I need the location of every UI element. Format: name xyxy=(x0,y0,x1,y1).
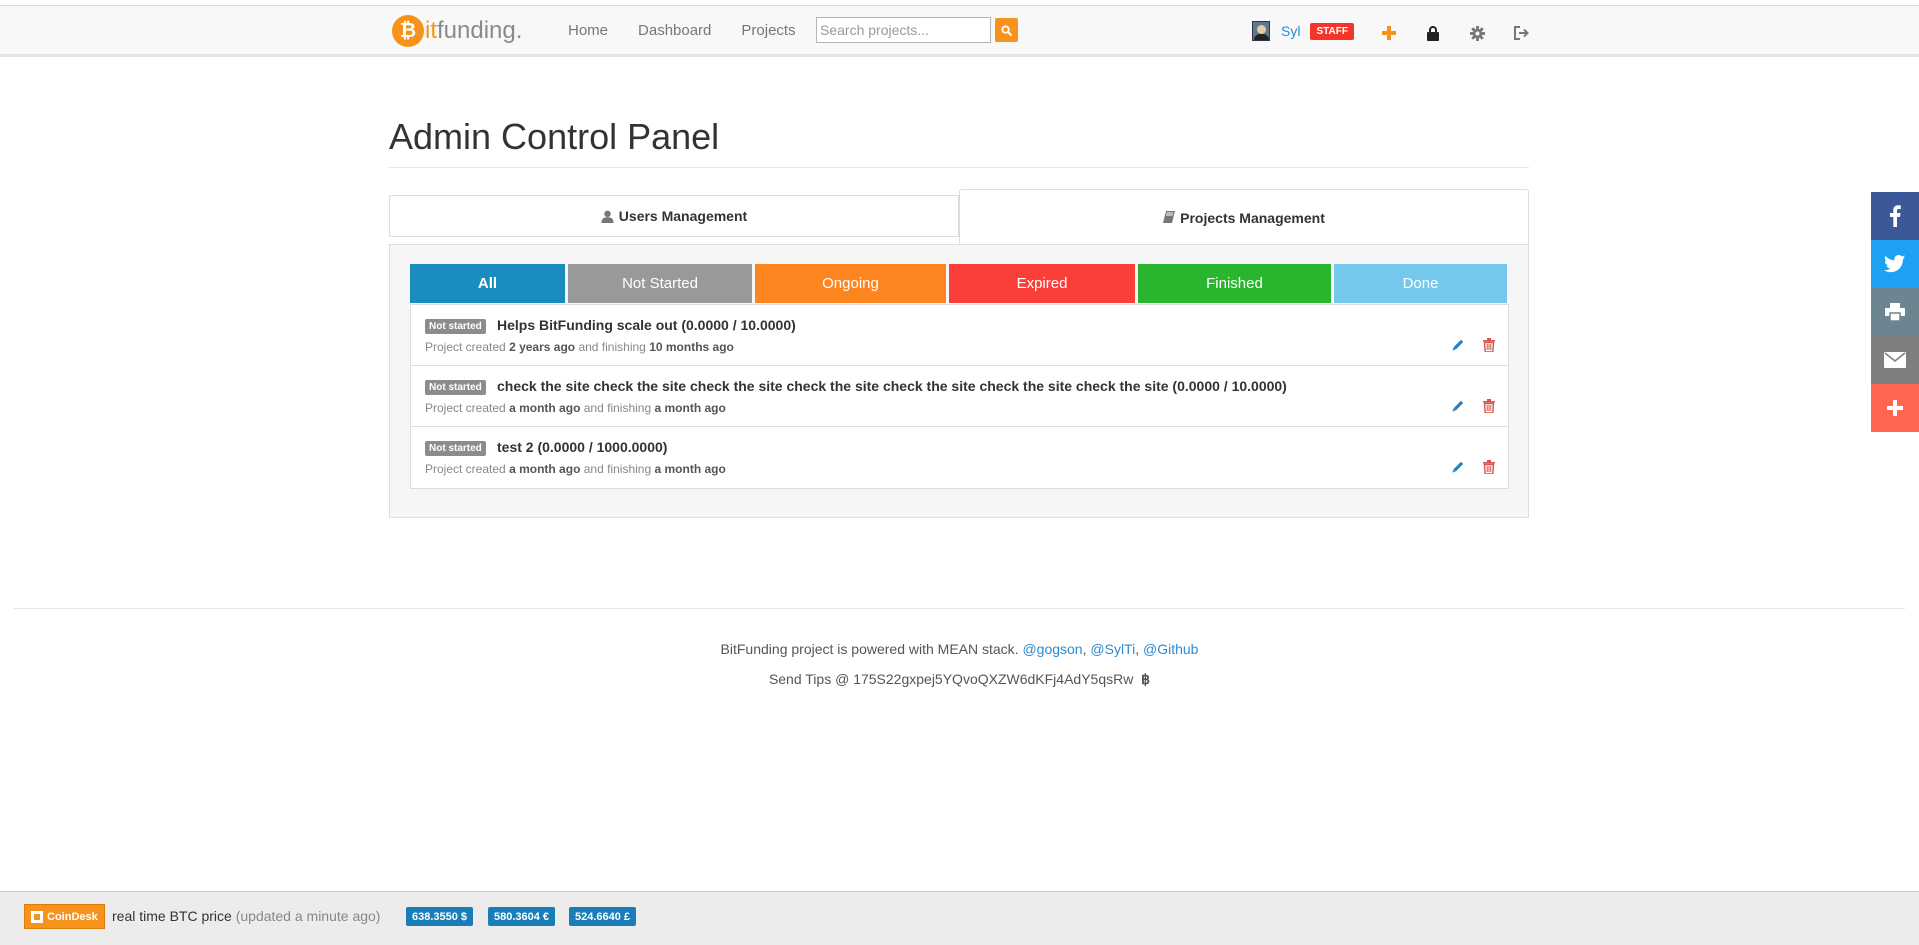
brand-logo[interactable]: ₿ it funding. xyxy=(392,15,522,47)
user-icon xyxy=(601,210,614,223)
twitter-icon xyxy=(1884,255,1906,273)
gear-icon[interactable] xyxy=(1468,24,1486,42)
nav-link-projects[interactable]: Projects xyxy=(741,22,795,39)
plus-icon[interactable] xyxy=(1380,24,1398,42)
nav-link-dashboard[interactable]: Dashboard xyxy=(638,22,711,39)
page-title: Admin Control Panel xyxy=(389,116,720,157)
filter-not-started-button[interactable]: Not Started xyxy=(568,264,752,303)
footer-link-sylti[interactable]: @SylTi xyxy=(1090,641,1135,657)
search-button[interactable] xyxy=(995,18,1018,42)
coindesk-icon xyxy=(31,910,43,923)
price-eur-badge: 580.3604 € xyxy=(488,907,556,926)
book-icon xyxy=(1163,211,1176,224)
email-icon xyxy=(1884,352,1906,368)
btc-price-ticker: CoinDesk real time BTC price (updated a … xyxy=(0,891,1919,945)
nav-links: Home Dashboard Projects xyxy=(568,22,826,39)
trash-icon[interactable] xyxy=(1481,459,1497,475)
filter-finished-button[interactable]: Finished xyxy=(1138,264,1331,303)
project-title: test 2 (0.0000 / 1000.0000) xyxy=(497,439,668,455)
status-badge: Not started xyxy=(425,319,486,334)
list-item: Not started check the site check the sit… xyxy=(411,366,1508,427)
filter-ongoing-button[interactable]: Ongoing xyxy=(755,264,946,303)
price-gbp-badge: 524.6640 £ xyxy=(569,907,637,926)
footer-tips: Send Tips @ 175S22gxpej5YQvoQXZW6dKFj4Ad… xyxy=(768,671,1151,687)
tab-projects-management[interactable]: Projects Management xyxy=(959,189,1529,245)
price-usd-badge: 638.3550 $ xyxy=(406,907,474,926)
ticker-text: real time BTC price (updated a minute ag… xyxy=(112,908,381,924)
title-divider xyxy=(389,167,1529,168)
filter-expired-button[interactable]: Expired xyxy=(949,264,1135,303)
avatar[interactable] xyxy=(1252,21,1270,41)
trash-icon[interactable] xyxy=(1481,337,1497,353)
brand-name-accent: it xyxy=(425,17,437,44)
edit-icon[interactable] xyxy=(1450,398,1466,414)
project-meta: Project created a month ago and finishin… xyxy=(425,401,726,415)
share-print-button[interactable] xyxy=(1871,288,1919,336)
user-name-link[interactable]: Syl xyxy=(1281,23,1300,39)
project-list: Not started Helps BitFunding scale out (… xyxy=(410,304,1509,489)
bitcoin-icon: ฿ xyxy=(1141,671,1151,687)
share-more-button[interactable] xyxy=(1871,384,1919,432)
tab-users-label: Users Management xyxy=(618,208,748,224)
share-email-button[interactable] xyxy=(1871,336,1919,384)
share-facebook-button[interactable] xyxy=(1871,192,1919,240)
trash-icon[interactable] xyxy=(1481,398,1497,414)
nav-link-home[interactable]: Home xyxy=(568,22,608,39)
print-icon xyxy=(1885,303,1905,321)
share-twitter-button[interactable] xyxy=(1871,240,1919,288)
top-navbar: ₿ it funding. Home Dashboard Projects Sy… xyxy=(0,5,1919,57)
status-filter-bar: All Not Started Ongoing Expired Finished… xyxy=(410,264,1507,303)
search-icon xyxy=(1001,24,1012,36)
list-item: Not started Helps BitFunding scale out (… xyxy=(411,305,1508,366)
staff-badge: STAFF xyxy=(1310,22,1354,40)
lock-icon[interactable] xyxy=(1424,24,1442,42)
project-meta: Project created a month ago and finishin… xyxy=(425,462,726,476)
facebook-icon xyxy=(1890,205,1901,227)
filter-done-button[interactable]: Done xyxy=(1334,264,1507,303)
logout-icon[interactable] xyxy=(1512,24,1530,42)
brand-name-rest: funding. xyxy=(437,17,523,44)
filter-all-button[interactable]: All xyxy=(410,264,565,303)
project-title: check the site check the site check the … xyxy=(497,378,1287,394)
list-item: Not started test 2 (0.0000 / 1000.0000) … xyxy=(411,427,1508,488)
project-title: Helps BitFunding scale out (0.0000 / 10.… xyxy=(497,317,796,333)
edit-icon[interactable] xyxy=(1450,337,1466,353)
search-input[interactable] xyxy=(816,17,991,43)
footer-credits: BitFunding project is powered with MEAN … xyxy=(720,641,1199,657)
user-area: Syl STAFF xyxy=(1252,21,1354,41)
status-badge: Not started xyxy=(425,441,486,456)
bitcoin-logo-icon: ₿ xyxy=(392,15,424,47)
plus-icon xyxy=(1887,400,1903,416)
tab-projects-label: Projects Management xyxy=(1180,209,1325,226)
project-meta: Project created 2 years ago and finishin… xyxy=(425,340,734,354)
status-badge: Not started xyxy=(425,380,486,395)
edit-icon[interactable] xyxy=(1450,459,1466,475)
coindesk-logo[interactable]: CoinDesk xyxy=(24,904,105,929)
footer-link-github[interactable]: @Github xyxy=(1143,641,1198,657)
tab-users-management[interactable]: Users Management xyxy=(389,195,959,237)
footer-divider xyxy=(14,608,1905,609)
footer-link-gogson[interactable]: @gogson xyxy=(1022,641,1082,657)
